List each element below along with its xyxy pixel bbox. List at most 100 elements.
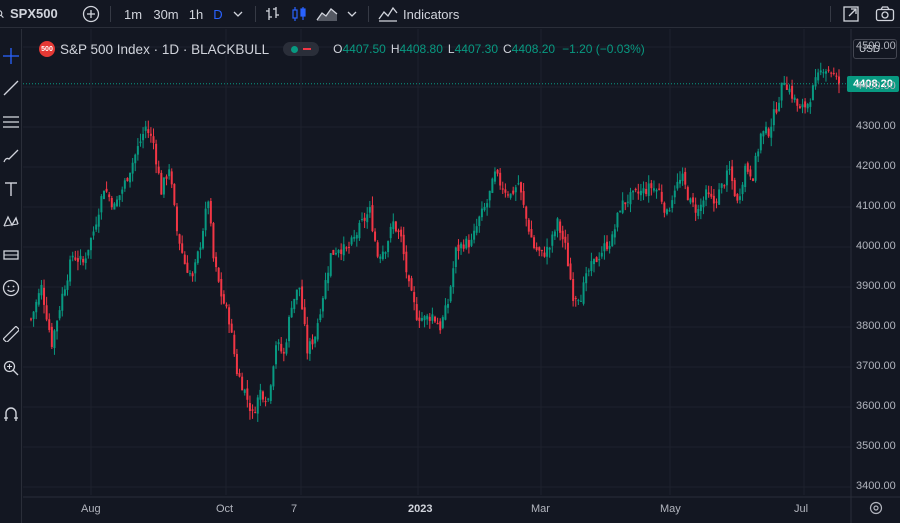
candle-body xyxy=(566,242,569,267)
time-axis-label: Aug xyxy=(81,503,101,515)
candle-body xyxy=(100,196,103,213)
candle-body xyxy=(540,249,543,252)
prediction-tool[interactable] xyxy=(0,244,22,266)
candle-body xyxy=(835,75,838,77)
trendline-tool[interactable] xyxy=(0,77,22,99)
legend-title[interactable]: S&P 500 Index · 1D · BLACKBULL xyxy=(60,42,269,57)
area-style-button[interactable] xyxy=(314,0,340,28)
timeframe-d[interactable]: D xyxy=(209,0,227,28)
candle-body xyxy=(686,187,689,201)
crosshair-tool[interactable] xyxy=(0,45,22,67)
fib-tool[interactable] xyxy=(0,111,22,133)
candle-body xyxy=(76,258,79,262)
candle-body xyxy=(817,72,820,81)
zoom-tool[interactable] xyxy=(0,357,22,379)
legend-visibility-toggle[interactable] xyxy=(283,42,320,56)
timeframe-30m[interactable]: 30m xyxy=(150,0,182,28)
symbol-label: SPX500 xyxy=(10,6,58,21)
candle-body xyxy=(444,305,447,320)
candle-body xyxy=(579,300,582,302)
candle-body xyxy=(108,194,111,198)
candle-body xyxy=(61,293,64,311)
chart-pane[interactable]: 500 S&P 500 Index · 1D · BLACKBULL O 440… xyxy=(23,29,900,523)
candle-body xyxy=(454,247,457,267)
candle-body xyxy=(194,262,197,274)
change-value: −1.20 (−0.03%) xyxy=(562,42,645,56)
brush-tool[interactable] xyxy=(0,145,22,167)
timeframe-1m[interactable]: 1m xyxy=(120,0,146,28)
candle-body xyxy=(387,241,390,253)
candle-body xyxy=(261,391,264,400)
candlestick-chart[interactable] xyxy=(23,29,900,523)
candle-body xyxy=(199,247,202,250)
candle-body xyxy=(475,226,478,233)
candles-style-button[interactable] xyxy=(288,0,310,28)
indicators-button[interactable]: Indicators xyxy=(378,0,468,28)
candle-body xyxy=(89,237,92,251)
bars-style-button[interactable] xyxy=(262,0,284,28)
candle-body xyxy=(796,98,799,106)
candle-body xyxy=(426,315,429,320)
pattern-tool[interactable] xyxy=(0,211,22,233)
candle-body xyxy=(746,163,749,172)
candle-body xyxy=(514,187,517,193)
candle-body xyxy=(188,273,191,275)
candle-body xyxy=(230,323,233,333)
candle-body xyxy=(413,292,416,303)
timeframe-dropdown[interactable] xyxy=(229,0,247,28)
candle-body xyxy=(751,178,754,181)
gear-icon xyxy=(869,501,883,515)
candle-body xyxy=(470,239,473,246)
zoom-in-icon xyxy=(3,360,19,376)
indicators-icon xyxy=(378,6,398,22)
candle-body xyxy=(95,224,98,230)
candle-body xyxy=(759,133,762,151)
compare-symbol-button[interactable] xyxy=(80,0,102,28)
snapshot-button[interactable] xyxy=(872,0,898,28)
candle-body xyxy=(160,172,163,195)
price-axis-label: 4400.00 xyxy=(856,80,896,92)
candle-body xyxy=(371,205,374,232)
chart-style-dropdown[interactable] xyxy=(343,0,361,28)
icons-tool[interactable] xyxy=(0,277,22,299)
candle-body xyxy=(780,82,783,101)
text-tool[interactable] xyxy=(0,178,22,200)
open-value: 4407.50 xyxy=(342,42,386,56)
measure-tool[interactable] xyxy=(0,323,22,345)
candle-body xyxy=(400,229,403,237)
candle-body xyxy=(183,254,186,265)
candle-body xyxy=(613,229,616,238)
candle-body xyxy=(811,85,814,101)
candle-body xyxy=(676,181,679,189)
candle-body xyxy=(639,190,642,196)
chart-settings-button[interactable] xyxy=(869,501,883,520)
candle-body xyxy=(407,275,410,282)
candle-body xyxy=(603,243,606,252)
candle-body xyxy=(394,221,397,232)
candle-body xyxy=(222,294,225,304)
candle-body xyxy=(340,249,343,254)
candle-body xyxy=(480,208,483,218)
candle-body xyxy=(220,278,223,297)
symbol-search[interactable]: SPX500 xyxy=(0,0,70,28)
candle-body xyxy=(87,249,90,256)
price-axis-label: 4500.00 xyxy=(856,40,896,52)
timeframe-1h[interactable]: 1h xyxy=(185,0,207,28)
lines-icon xyxy=(3,116,19,128)
toolbar-divider xyxy=(255,6,256,22)
candle-body xyxy=(629,192,632,205)
fullscreen-button[interactable] xyxy=(840,0,862,28)
candle-body xyxy=(368,206,371,213)
candle-body xyxy=(116,199,119,207)
magnet-tool[interactable] xyxy=(0,403,22,425)
candle-body xyxy=(452,268,455,288)
chevron-down-icon xyxy=(347,11,357,17)
candle-body xyxy=(170,171,173,185)
brush-icon xyxy=(3,149,19,163)
candle-body xyxy=(162,177,165,195)
candle-body xyxy=(574,297,577,299)
candle-body xyxy=(79,255,82,260)
candle-body xyxy=(652,188,655,191)
candle-body xyxy=(303,307,306,325)
candle-body xyxy=(428,316,431,321)
